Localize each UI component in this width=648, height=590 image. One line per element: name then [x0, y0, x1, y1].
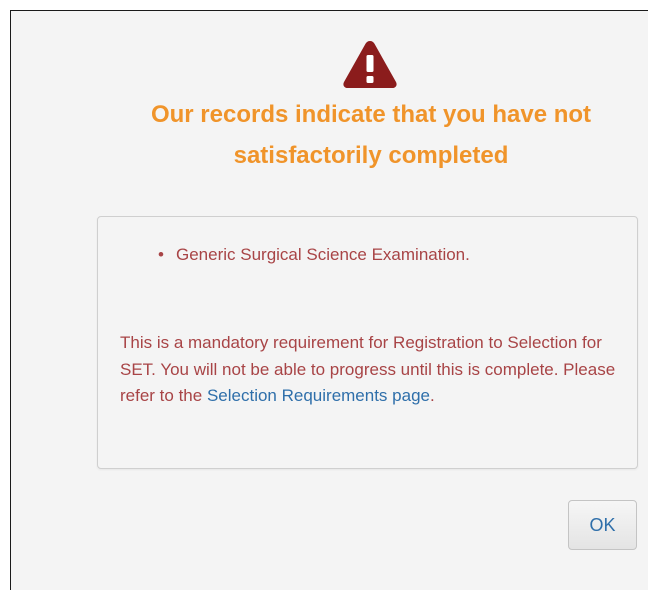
- alert-heading: Our records indicate that you have not s…: [71, 94, 648, 176]
- bullet-icon: •: [158, 245, 164, 264]
- ok-button[interactable]: OK: [568, 500, 637, 550]
- list-item: • Generic Surgical Science Examination.: [158, 244, 470, 266]
- alert-dialog: Our records indicate that you have not s…: [10, 10, 648, 590]
- incomplete-items-list: • Generic Surgical Science Examination.: [158, 244, 470, 266]
- requirement-message: This is a mandatory requirement for Regi…: [120, 330, 620, 410]
- selection-requirements-link[interactable]: Selection Requirements page: [207, 386, 430, 405]
- alert-heading-line-1: Our records indicate that you have not: [150, 101, 592, 128]
- alert-heading-line-2: satisfactorily completed: [233, 142, 509, 169]
- message-panel: • Generic Surgical Science Examination. T…: [97, 216, 638, 469]
- requirement-trailing-text: .: [429, 386, 435, 405]
- warning-triangle-icon: [343, 41, 397, 88]
- list-item-text: Generic Surgical Science Examination.: [176, 245, 470, 264]
